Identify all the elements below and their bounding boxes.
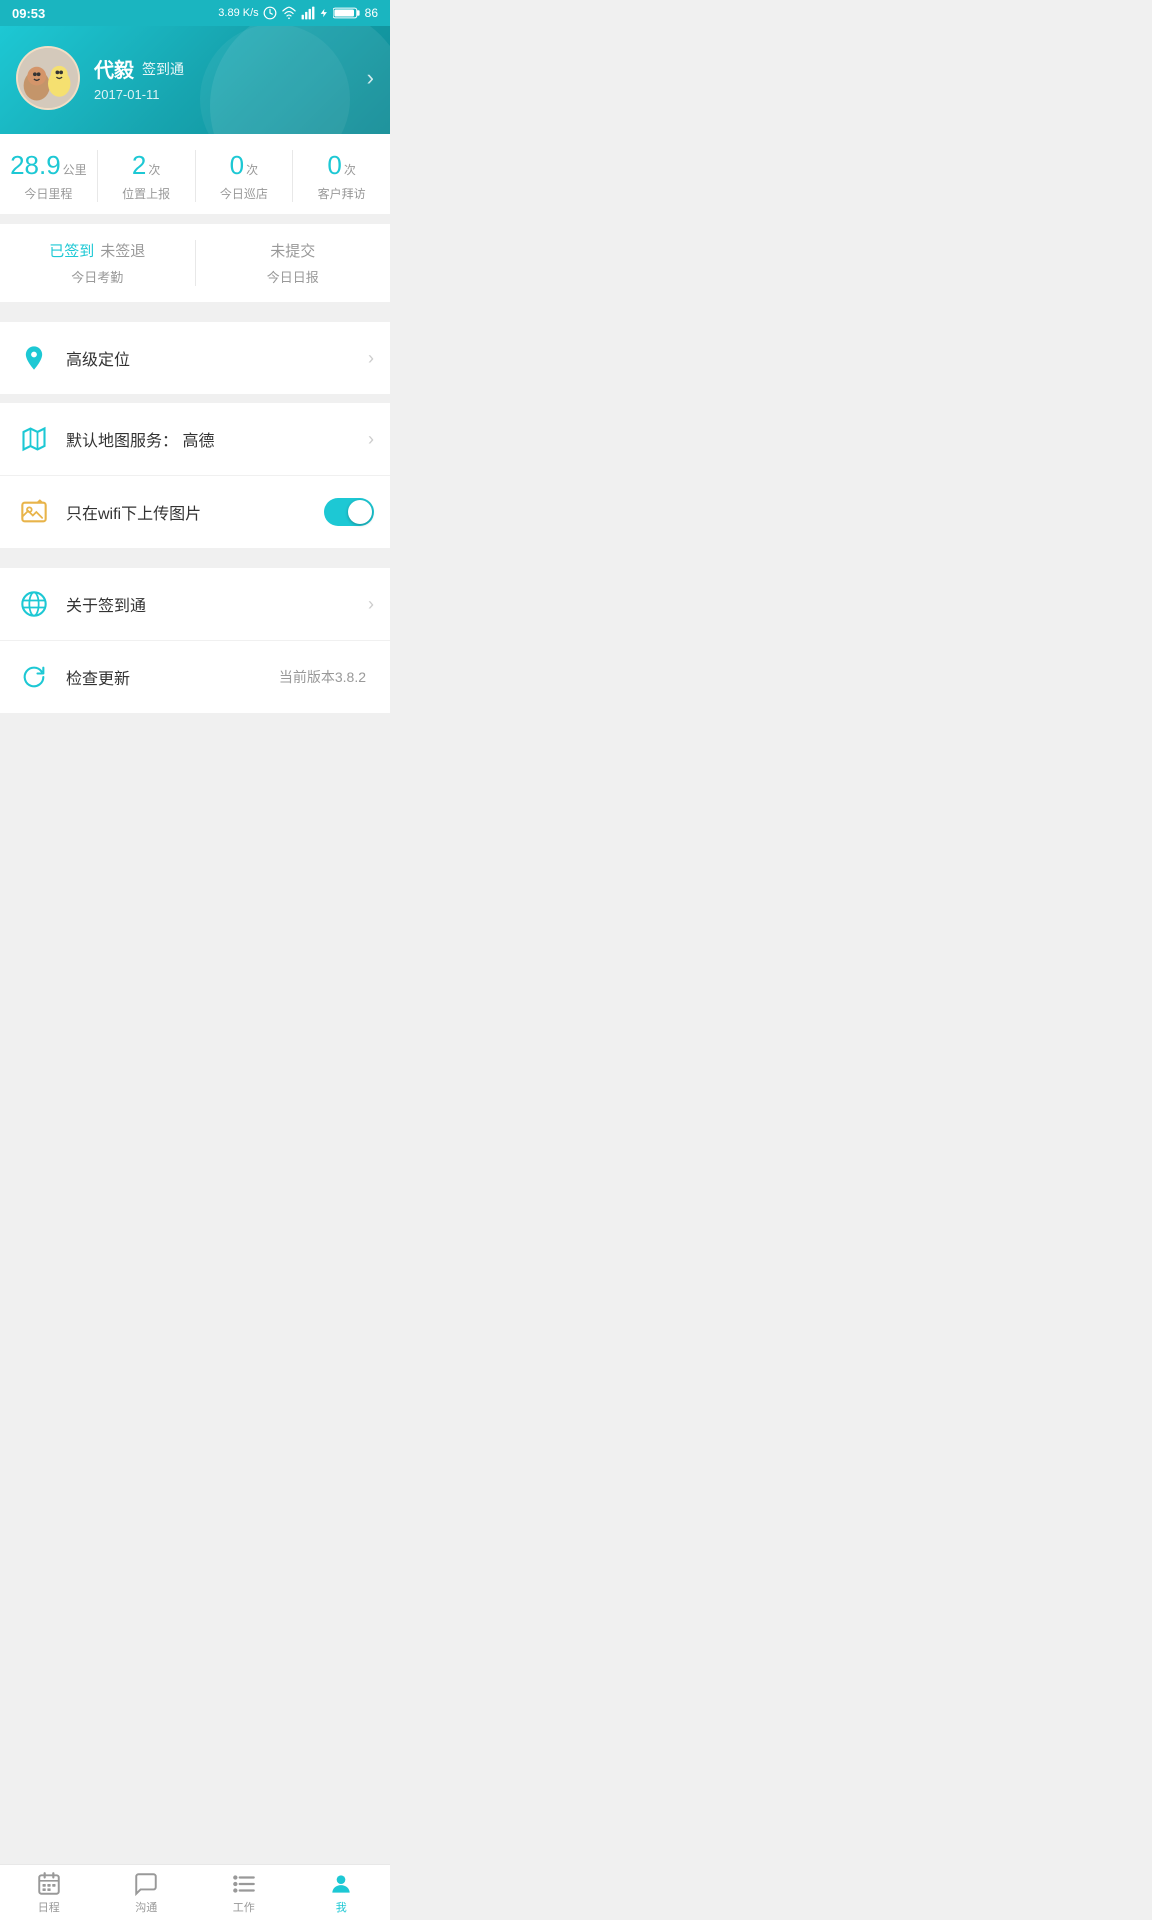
user-date: 2017-01-11 bbox=[94, 87, 184, 102]
tab-me-label: 我 bbox=[336, 1899, 347, 1915]
stat-location-report: 2 次 位置上报 bbox=[98, 150, 196, 202]
stat-distance: 28.9 公里 今日里程 bbox=[0, 150, 98, 202]
user-name-row: 代毅 签到通 bbox=[94, 54, 184, 83]
tab-communication-label: 沟通 bbox=[135, 1899, 157, 1915]
clock-icon bbox=[263, 6, 277, 20]
attendance-daily-report: 未提交 今日日报 bbox=[196, 240, 391, 286]
attendance-report-status: 未提交 bbox=[270, 240, 315, 261]
attendance-clock-label: 今日考勤 bbox=[71, 267, 123, 286]
user-tag: 签到通 bbox=[142, 59, 184, 79]
user-info: 代毅 签到通 2017-01-11 bbox=[94, 54, 184, 102]
battery-percent: 86 bbox=[365, 6, 378, 20]
calendar-icon bbox=[36, 1871, 62, 1897]
menu-item-about[interactable]: 关于签到通 › bbox=[0, 568, 390, 641]
tab-work[interactable]: 工作 bbox=[195, 1865, 293, 1920]
location-icon bbox=[16, 340, 52, 376]
stat-customer-number: 0 bbox=[327, 150, 341, 181]
tab-schedule-label: 日程 bbox=[38, 1899, 60, 1915]
avatar bbox=[16, 46, 80, 110]
charging-icon bbox=[319, 6, 329, 20]
stat-customer-label: 客户拜访 bbox=[318, 185, 366, 202]
menu-label-check-update: 检查更新 bbox=[66, 665, 279, 689]
stat-distance-number: 28.9 bbox=[10, 150, 61, 181]
menu-arrow-about: › bbox=[368, 594, 374, 615]
attendance-unsigned-status: 未签退 bbox=[100, 240, 145, 261]
divider-2 bbox=[0, 302, 390, 312]
stat-store-number: 0 bbox=[230, 150, 244, 181]
menu-label-default-map: 默认地图服务： 高德 bbox=[66, 427, 368, 451]
attendance-signed-status: 已签到 bbox=[49, 240, 94, 261]
menu-item-wifi-upload[interactable]: 只在wifi下上传图片 bbox=[0, 476, 390, 548]
tab-schedule[interactable]: 日程 bbox=[0, 1865, 98, 1920]
user-icon bbox=[328, 1871, 354, 1897]
work-icon bbox=[231, 1871, 257, 1897]
tab-work-label: 工作 bbox=[233, 1899, 255, 1915]
globe-icon bbox=[16, 586, 52, 622]
header-banner[interactable]: 代毅 签到通 2017-01-11 › bbox=[0, 26, 390, 134]
stat-location-label: 位置上报 bbox=[122, 185, 170, 202]
stat-distance-label: 今日里程 bbox=[24, 185, 72, 202]
menu-label-advanced-location: 高级定位 bbox=[66, 346, 368, 370]
tab-communication[interactable]: 沟通 bbox=[98, 1865, 196, 1920]
signal-icon bbox=[301, 6, 315, 20]
divider-4 bbox=[0, 548, 390, 558]
stat-store-unit: 次 bbox=[246, 161, 258, 178]
menu-item-default-map[interactable]: 默认地图服务： 高德 › bbox=[0, 403, 390, 476]
current-version: 当前版本3.8.2 bbox=[279, 667, 366, 687]
attendance-clock: 已签到 未签退 今日考勤 bbox=[0, 240, 196, 286]
photo-icon bbox=[16, 494, 52, 530]
stat-location-unit: 次 bbox=[148, 161, 160, 178]
tab-me[interactable]: 我 bbox=[293, 1865, 391, 1920]
stat-store-label: 今日巡店 bbox=[220, 185, 268, 202]
update-icon bbox=[16, 659, 52, 695]
menu-item-advanced-location[interactable]: 高级定位 › bbox=[0, 322, 390, 395]
attendance-section: 已签到 未签退 今日考勤 未提交 今日日报 bbox=[0, 224, 390, 302]
battery-icon bbox=[333, 6, 361, 20]
toggle-knob bbox=[348, 500, 372, 524]
menu-section-2: 关于签到通 › 检查更新 当前版本3.8.2 bbox=[0, 568, 390, 713]
stat-store-visit: 0 次 今日巡店 bbox=[196, 150, 294, 202]
tab-bar: 日程 沟通 工作 我 bbox=[0, 1864, 390, 1920]
menu-item-check-update[interactable]: 检查更新 当前版本3.8.2 bbox=[0, 641, 390, 713]
divider-1 bbox=[0, 214, 390, 224]
avatar-image bbox=[18, 46, 78, 110]
status-bar: 09:53 3.89 K/s bbox=[0, 0, 390, 26]
menu-arrow-default-map: › bbox=[368, 429, 374, 450]
status-time: 09:53 bbox=[12, 6, 45, 21]
stats-section: 28.9 公里 今日里程 2 次 位置上报 0 次 今日巡店 0 次 客户拜访 bbox=[0, 134, 390, 214]
wifi-icon bbox=[281, 6, 297, 20]
user-profile-left: 代毅 签到通 2017-01-11 bbox=[16, 46, 184, 110]
stat-customer-unit: 次 bbox=[344, 161, 356, 178]
header-chevron-right-icon[interactable]: › bbox=[367, 65, 374, 91]
attendance-report-label: 今日日报 bbox=[267, 267, 319, 286]
stat-location-number: 2 bbox=[132, 150, 146, 181]
chat-icon bbox=[133, 1871, 159, 1897]
wifi-upload-toggle[interactable] bbox=[324, 498, 374, 526]
menu-label-about: 关于签到通 bbox=[66, 592, 368, 616]
stat-customer-visit: 0 次 客户拜访 bbox=[293, 150, 390, 202]
menu-section: 高级定位 › 默认地图服务： 高德 › bbox=[0, 322, 390, 548]
status-icons: 3.89 K/s bbox=[218, 6, 378, 20]
divider-3 bbox=[0, 395, 390, 403]
speed-indicator: 3.89 K/s bbox=[218, 7, 258, 19]
menu-arrow-advanced-location: › bbox=[368, 348, 374, 369]
stat-distance-unit: 公里 bbox=[63, 161, 87, 178]
menu-label-wifi-upload: 只在wifi下上传图片 bbox=[66, 500, 324, 524]
user-name: 代毅 bbox=[94, 54, 134, 83]
map-icon bbox=[16, 421, 52, 457]
